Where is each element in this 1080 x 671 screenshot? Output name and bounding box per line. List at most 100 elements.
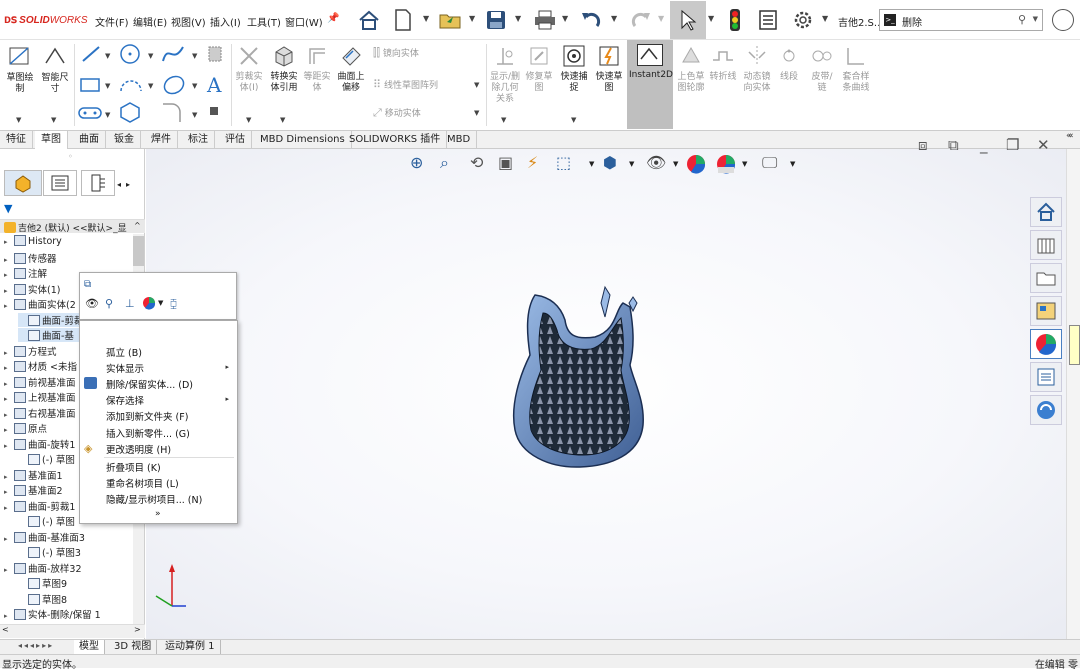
display-style-dropdown-icon[interactable]: ▼ <box>629 160 634 168</box>
arc-tool-icon[interactable] <box>118 75 144 98</box>
select-dropdown-icon[interactable]: ▼ <box>708 14 714 23</box>
circle-tool-icon[interactable] <box>118 43 142 68</box>
view-settings-icon[interactable]: 🖵 <box>762 153 777 173</box>
zoom-to-fit-icon[interactable]: ⊕ <box>410 153 423 172</box>
dynamic-mirror-button[interactable]: 动态镜向实体 <box>740 44 774 94</box>
slot-dropdown-icon[interactable]: ▼ <box>105 111 110 119</box>
hide-show-dropdown-icon[interactable]: ▼ <box>673 160 678 168</box>
snaps-dropdown-icon[interactable]: ▼ <box>571 116 576 124</box>
menu-insert[interactable]: 插入(I) <box>210 14 241 29</box>
expand-arrow-icon[interactable]: ▸ <box>4 238 14 246</box>
expand-arrow-icon[interactable]: ▸ <box>4 488 14 496</box>
jog-line-button[interactable]: 转折线 <box>708 44 738 83</box>
expand-arrow-icon[interactable]: ▸ <box>4 504 14 512</box>
view-palette-icon[interactable] <box>1030 296 1062 326</box>
shaded-sketch-contours-button[interactable]: 上色草图轮廓 <box>675 44 707 94</box>
viewport-restore-icon[interactable]: ⧈ <box>918 136 928 154</box>
polygon-tool-icon[interactable] <box>118 101 142 126</box>
expand-arrow-icon[interactable]: ▸ <box>4 442 14 450</box>
expand-arrow-icon[interactable]: ▸ <box>4 287 14 295</box>
menu-change-transparency[interactable]: 更改透明度 (H) <box>106 442 171 456</box>
spline-dropdown-icon[interactable]: ▼ <box>192 52 197 60</box>
filter-icon[interactable]: ▼ <box>4 202 12 215</box>
search-icon[interactable]: ⚲ <box>1018 13 1026 26</box>
fit-spline-button[interactable]: 套合样条曲线 <box>840 44 872 94</box>
zoom-to-selection-icon[interactable]: ⚲ <box>105 297 113 310</box>
text-tool-icon[interactable]: A <box>204 72 228 99</box>
expand-arrow-icon[interactable]: ▸ <box>4 426 14 434</box>
tab-evaluate[interactable]: 评估 <box>219 131 252 149</box>
expand-arrow-icon[interactable]: ▸ <box>4 473 14 481</box>
tree-scroll-thumb[interactable] <box>133 236 144 266</box>
convert-dropdown-icon[interactable]: ▼ <box>280 116 285 124</box>
print-icon[interactable] <box>532 6 558 34</box>
menu-edit[interactable]: 编辑(E) <box>133 14 167 29</box>
tab-sketch[interactable]: 草图 <box>35 131 68 149</box>
close-icon[interactable]: ✕ <box>1037 136 1050 154</box>
redo-dropdown-icon[interactable]: ▼ <box>658 14 664 23</box>
insert-part-icon[interactable]: ⧮ <box>170 297 177 311</box>
search-input[interactable]: 删除 <box>902 14 922 29</box>
appearance-icon[interactable] <box>142 296 156 313</box>
rapid-sketch-button[interactable]: 快速草图 <box>593 44 625 94</box>
tab-nav-arrows-icon[interactable]: ◂◂◂▸▸▸ <box>18 641 54 650</box>
file-explorer-icon[interactable] <box>1030 263 1062 293</box>
menu-tools[interactable]: 工具(T) <box>247 14 281 29</box>
menu-isolate[interactable]: 孤立 (B) <box>106 345 142 359</box>
menu-delete-keep-body[interactable]: 删除/保留实体... (D) <box>106 377 193 391</box>
move-dropdown-icon[interactable]: ▼ <box>474 109 479 117</box>
options-gear-icon[interactable] <box>790 6 816 34</box>
search-dropdown-icon[interactable]: ▼ <box>1033 15 1038 23</box>
design-library-icon[interactable] <box>1030 230 1062 260</box>
menu-add-to-new-folder[interactable]: 添加到新文件夹 (F) <box>106 409 188 423</box>
menu-hide-show-tree-items[interactable]: 隐藏/显示树项目... (N) <box>106 492 202 506</box>
line-tool-icon[interactable] <box>80 44 102 67</box>
line-dropdown-icon[interactable]: ▼ <box>105 52 110 60</box>
move-entities-button[interactable]: ⤢ 移动实体 <box>373 106 483 120</box>
ellipse-tool-icon[interactable] <box>161 73 187 100</box>
tab-weldments[interactable]: 焊件 <box>145 131 178 149</box>
slot-tool-icon[interactable] <box>77 103 103 126</box>
fillet-tool-icon[interactable] <box>160 100 186 127</box>
minimize-icon[interactable]: _ <box>980 136 988 154</box>
tab-features[interactable]: 特征 <box>0 131 33 149</box>
convert-entities-button[interactable]: 转换实体引用 <box>268 44 300 94</box>
open-dropdown-icon[interactable]: ▼ <box>469 14 475 23</box>
home-icon[interactable] <box>356 6 382 34</box>
undo-icon[interactable] <box>578 6 604 34</box>
spline-tool-icon[interactable] <box>160 43 186 68</box>
tab-annotations[interactable]: 标注 <box>182 131 215 149</box>
display-delete-relations-button[interactable]: 显示/删除几何关系 <box>489 44 521 105</box>
relations-dropdown-icon[interactable]: ▼ <box>501 116 506 124</box>
tab-surfaces[interactable]: 曲面 <box>73 131 106 149</box>
tree-item[interactable]: ▸ 曲面-基准面3 <box>4 530 132 544</box>
smart-dimension-button[interactable]: 智能尺寸 <box>38 45 72 95</box>
pane-scroll-left-icon[interactable]: ◂ <box>117 180 121 189</box>
tree-item[interactable]: ▸ 传感器 <box>4 251 132 265</box>
configuration-manager-tab-icon[interactable] <box>81 170 115 196</box>
new-document-icon[interactable] <box>392 6 414 34</box>
instant2d-button[interactable]: Instant2D <box>627 40 673 129</box>
pane-scroll-right-icon[interactable]: ▸ <box>126 180 130 189</box>
expand-arrow-icon[interactable]: ▸ <box>4 566 14 574</box>
redo-icon[interactable] <box>628 6 654 34</box>
expand-arrow-icon[interactable]: ▸ <box>4 364 14 372</box>
tree-item[interactable]: ▸ History <box>4 235 132 247</box>
sketch-dropdown-icon[interactable]: ▼ <box>16 116 21 124</box>
edit-appearance-icon[interactable] <box>685 153 707 179</box>
tab-solidworks-addins[interactable]: SOLIDWORKS 插件 <box>343 131 448 149</box>
undo-dropdown-icon[interactable]: ▼ <box>611 14 617 23</box>
tab-mbd[interactable]: MBD <box>441 131 478 149</box>
view-settings-dropdown-icon[interactable]: ▼ <box>790 160 795 168</box>
tree-scroll-up-icon[interactable]: ^ <box>134 221 141 230</box>
user-account-icon[interactable] <box>1052 9 1074 31</box>
print-dropdown-icon[interactable]: ▼ <box>562 14 568 23</box>
pane-handle-icon[interactable]: ◦ <box>68 152 73 161</box>
plane-tool-icon[interactable] <box>205 44 225 67</box>
segment-button[interactable]: 线段 <box>776 44 802 83</box>
expand-arrow-icon[interactable]: ▸ <box>4 612 14 620</box>
property-manager-tab-icon[interactable] <box>43 170 77 196</box>
traffic-light-icon[interactable] <box>725 6 745 34</box>
new-dropdown-icon[interactable]: ▼ <box>423 14 429 23</box>
apply-scene-icon[interactable] <box>715 153 737 179</box>
